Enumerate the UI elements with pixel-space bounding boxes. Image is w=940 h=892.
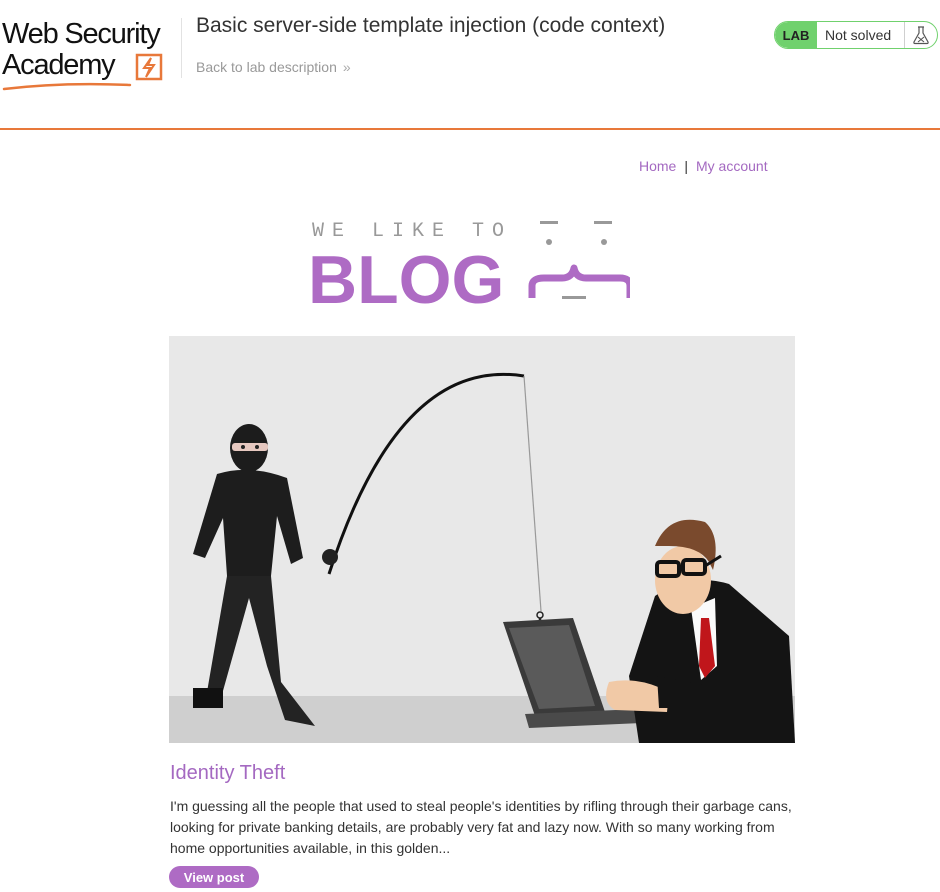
post-summary: I'm guessing all the people that used to… [170, 798, 792, 856]
banner-tagline: WE LIKE TO [312, 220, 513, 243]
lab-status-text: Not solved [825, 27, 892, 43]
lab-title: Basic server-side template injection (co… [196, 14, 666, 37]
back-link-label: Back to lab description [196, 59, 337, 75]
logo-underline-swoosh [2, 82, 132, 91]
nav-separator: | [684, 158, 688, 174]
view-post-button[interactable]: View post [169, 866, 259, 888]
logo-text-line2: Academy [2, 49, 116, 81]
back-to-lab-description-link[interactable]: Back to lab description » [196, 59, 351, 75]
logo-text-line1: Web Security [2, 18, 161, 50]
banner-title: BLOG [308, 242, 505, 318]
lab-badge: LAB [775, 22, 817, 48]
lightning-bolt-icon [135, 53, 163, 81]
flask-icon [904, 22, 937, 48]
blog-banner: WE LIKE TO BLOG [308, 214, 630, 314]
top-navigation: Home | My account [639, 158, 768, 174]
web-security-academy-logo[interactable]: Web Security Academy [2, 16, 182, 91]
home-link[interactable]: Home [639, 158, 676, 174]
lab-status-widget: LAB Not solved [774, 21, 938, 49]
my-account-link[interactable]: My account [696, 158, 768, 174]
academy-header: Web Security Academy Basic server-side t… [0, 0, 940, 130]
post-title[interactable]: Identity Theft [170, 762, 285, 785]
curly-brace-face-icon [528, 221, 630, 299]
header-divider [181, 18, 182, 78]
post-image-phishing-illustration [169, 336, 795, 743]
double-chevron-right-icon: » [342, 59, 351, 75]
